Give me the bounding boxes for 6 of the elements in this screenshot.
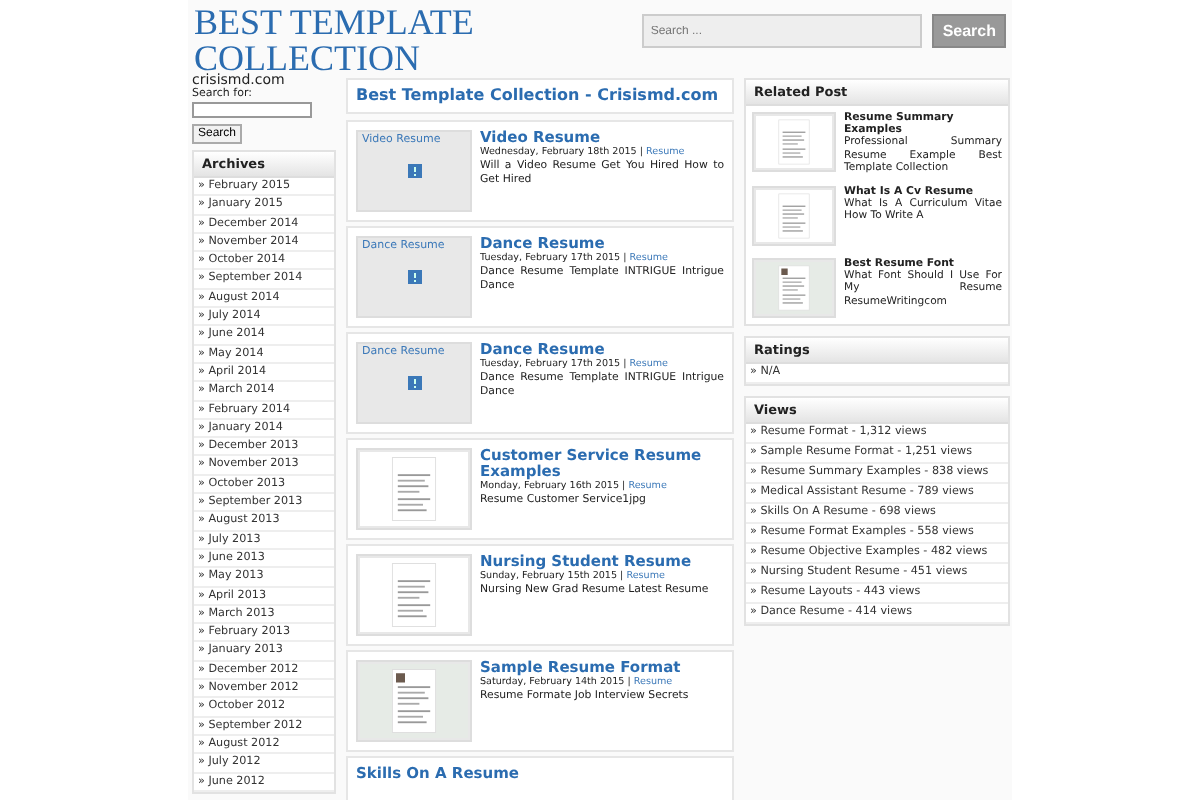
search-field[interactable] [192,102,312,118]
main-heading: Best Template Collection - Crisismd.com [356,86,721,106]
site-title[interactable]: BEST TEMPLATE COLLECTION [194,4,494,76]
broken-image-icon [408,270,422,284]
broken-image-icon [408,376,422,390]
broken-image-icon [408,164,422,178]
